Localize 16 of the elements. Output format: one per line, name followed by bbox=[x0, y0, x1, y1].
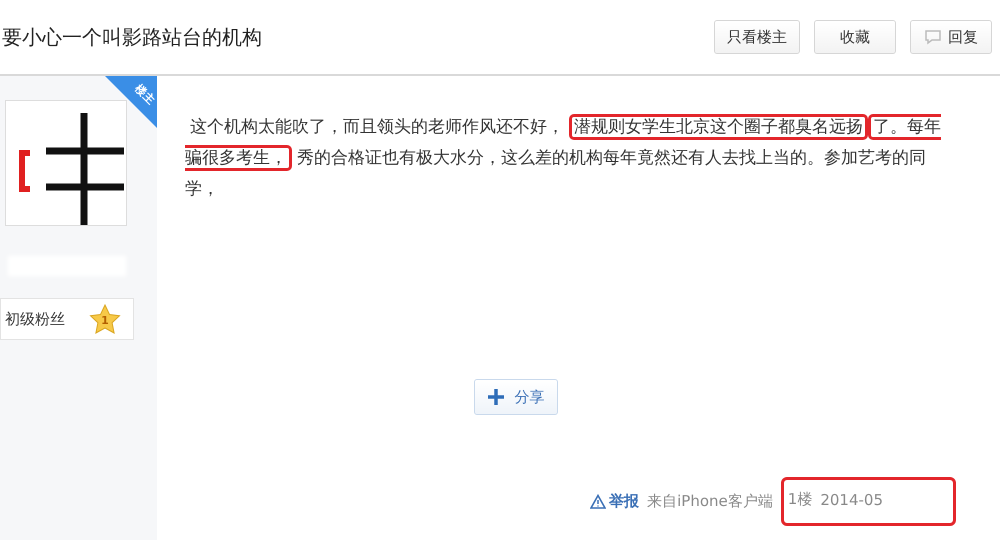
reply-button[interactable]: 回复 bbox=[910, 20, 992, 54]
warning-icon bbox=[590, 494, 606, 509]
share-button[interactable]: 分享 bbox=[474, 379, 558, 415]
floor-number: 1楼 bbox=[788, 490, 812, 509]
level-title: 初级粉丝 bbox=[5, 310, 65, 328]
speech-bubble-icon bbox=[924, 29, 942, 45]
post-source: 来自iPhone客户端 bbox=[647, 492, 773, 511]
header-button[interactable]: 只看楼主 bbox=[714, 20, 800, 54]
post-date: 2014-05 bbox=[820, 490, 883, 508]
thread-title: 要小心一个叫影路站台的机构 bbox=[2, 24, 263, 50]
report-link[interactable]: 举报 bbox=[590, 492, 640, 511]
avatar[interactable] bbox=[5, 100, 127, 226]
header-button[interactable]: 收藏 bbox=[814, 20, 896, 54]
star-icon: 1 bbox=[89, 304, 121, 334]
badge-text: 楼主 bbox=[132, 81, 158, 108]
plus-icon bbox=[486, 388, 504, 406]
